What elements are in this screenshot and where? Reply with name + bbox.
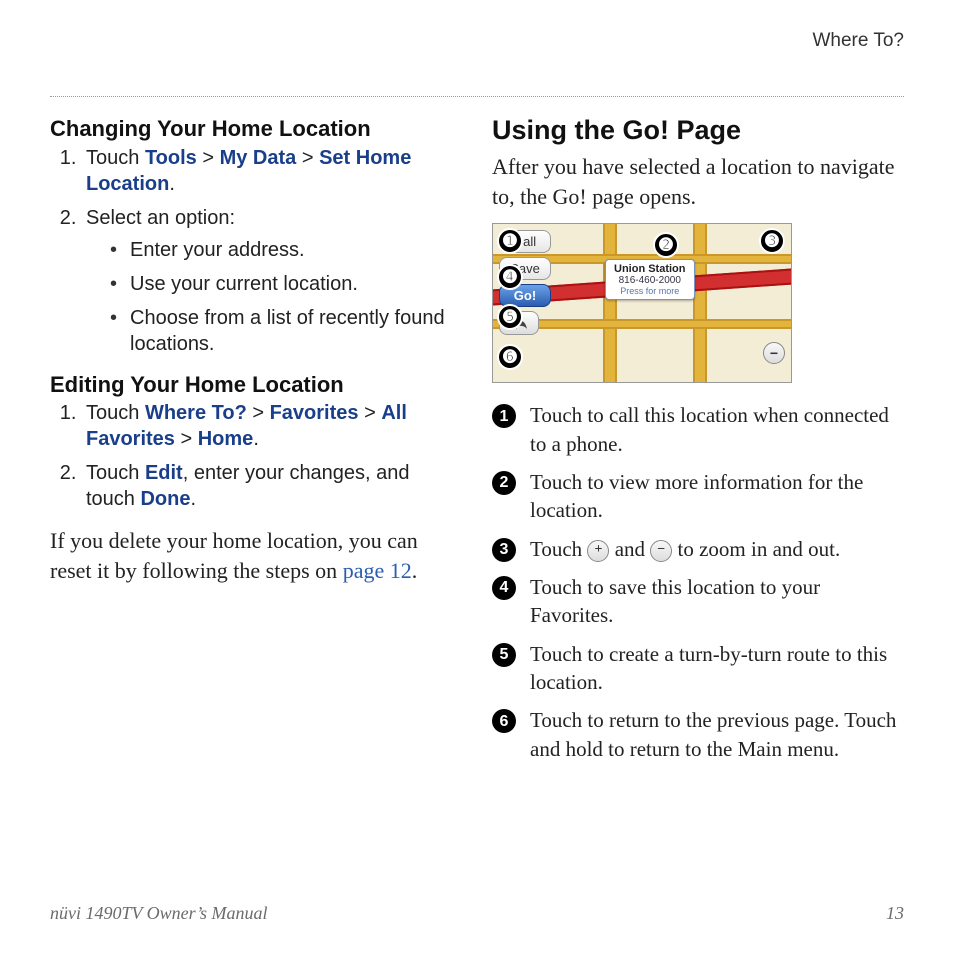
callout-5: 5Touch to create a turn-by-turn route to…: [492, 640, 904, 697]
callout-4: 4Touch to save this location to your Fav…: [492, 573, 904, 630]
zoom-in-icon: +: [587, 540, 609, 562]
delete-home-note: If you delete your home location, you ca…: [50, 526, 462, 585]
option-recent: Choose from a list of recently found loc…: [110, 305, 462, 357]
footer-page-number: 13: [886, 903, 904, 924]
callout-1-num: 1: [492, 404, 516, 428]
balloon-hint: Press for more: [614, 286, 686, 296]
link-home: Home: [198, 428, 254, 450]
callout-3: 3 Touch + and − to zoom in and out.: [492, 535, 904, 563]
step-1-prefix: Touch: [86, 147, 145, 169]
zoom-out-icon: −: [650, 540, 672, 562]
link-favorites: Favorites: [270, 402, 359, 424]
change-home-steps: Touch Tools > My Data > Set Home Locatio…: [50, 145, 462, 357]
balloon-phone: 816-460-2000: [614, 275, 686, 286]
go-page-intro: After you have selected a location to na…: [492, 152, 904, 211]
callout-6-num: 6: [492, 709, 516, 733]
map-road: [603, 224, 617, 382]
zoom-out-button[interactable]: −: [763, 342, 785, 364]
callout-3-num: 3: [492, 538, 516, 562]
callout-5-num: 5: [492, 643, 516, 667]
link-where-to: Where To?: [145, 402, 247, 424]
link-my-data: My Data: [220, 147, 297, 169]
footer-manual-title: nüvi 1490TV Owner’s Manual: [50, 903, 268, 924]
step-1: Touch Tools > My Data > Set Home Locatio…: [82, 145, 462, 197]
content-columns: Changing Your Home Location Touch Tools …: [50, 97, 904, 773]
chapter-title: Where To?: [50, 30, 904, 58]
link-page-12[interactable]: page 12: [343, 558, 412, 583]
option-current-location: Use your current location.: [110, 271, 462, 297]
edit-step-1-prefix: Touch: [86, 402, 145, 424]
edit-step-1: Touch Where To? > Favorites > All Favori…: [82, 400, 462, 452]
step-2-options: Enter your address. Use your current loc…: [86, 237, 462, 357]
callout-4-num: 4: [492, 576, 516, 600]
location-balloon[interactable]: Union Station 816-460-2000 Press for mor…: [605, 259, 695, 300]
link-edit: Edit: [145, 462, 183, 484]
callout-6: 6Touch to return to the previous page. T…: [492, 706, 904, 763]
left-column: Changing Your Home Location Touch Tools …: [50, 115, 462, 773]
heading-change-home: Changing Your Home Location: [50, 115, 462, 143]
callout-2-num: 2: [492, 471, 516, 495]
edit-home-steps: Touch Where To? > Favorites > All Favori…: [50, 400, 462, 512]
step-2-text: Select an option:: [86, 207, 235, 229]
callout-2: 2Touch to view more information for the …: [492, 468, 904, 525]
link-done: Done: [140, 488, 190, 510]
callout-1: 1Touch to call this location when connec…: [492, 401, 904, 458]
go-page-figure: Call Save Go! + − Union Station 816-460-…: [492, 223, 792, 383]
page-footer: nüvi 1490TV Owner’s Manual 13: [50, 903, 904, 924]
heading-edit-home: Editing Your Home Location: [50, 371, 462, 399]
heading-go-page: Using the Go! Page: [492, 115, 904, 146]
link-tools: Tools: [145, 147, 197, 169]
edit-step-2: Touch Edit, enter your changes, and touc…: [82, 460, 462, 512]
map-road: [693, 224, 707, 382]
option-address: Enter your address.: [110, 237, 462, 263]
step-2: Select an option: Enter your address. Us…: [82, 205, 462, 357]
callout-list: 1Touch to call this location when connec…: [492, 401, 904, 763]
right-column: Using the Go! Page After you have select…: [492, 115, 904, 773]
balloon-title: Union Station: [614, 263, 686, 275]
marker-6: ➏: [497, 344, 523, 370]
